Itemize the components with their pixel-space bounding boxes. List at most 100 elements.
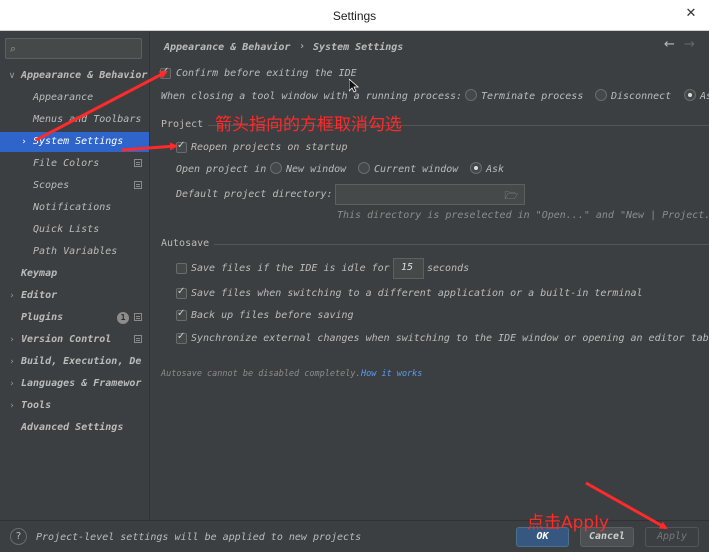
sidebar-item-build-execution[interactable]: › Build, Execution, De <box>0 352 149 372</box>
sidebar-item-appearance-behavior[interactable]: ∨ Appearance & Behavior <box>0 66 149 86</box>
footer-info-text: Project-level settings will be applied t… <box>36 532 362 543</box>
confirm-exit-checkbox[interactable] <box>160 66 171 79</box>
project-level-icon <box>134 313 142 321</box>
sidebar-item-advanced-settings[interactable]: Advanced Settings <box>0 418 149 438</box>
sidebar-item-label: Build, Execution, De <box>21 356 142 367</box>
forward-arrow-icon[interactable]: → <box>684 37 695 52</box>
sidebar-item-label: Quick Lists <box>33 224 100 235</box>
ask-window-radio[interactable] <box>470 162 482 174</box>
sidebar-item-menus-toolbars[interactable]: Menus and Toolbars <box>0 110 149 130</box>
sidebar-item-label: Notifications <box>33 202 112 213</box>
chevron-right-icon: › <box>10 401 14 411</box>
sidebar-item-label: Languages & Framewor <box>21 378 142 389</box>
annotation-apply-note: 点击Apply <box>527 513 609 533</box>
sidebar-item-scopes[interactable]: Scopes <box>0 176 149 196</box>
sidebar-item-label: Version Control <box>21 334 112 345</box>
sidebar-item-plugins[interactable]: Plugins 1 <box>0 308 149 328</box>
chevron-right-icon: › <box>10 379 14 389</box>
search-icon: ⌕ <box>10 42 17 55</box>
how-it-works-link[interactable]: How it works <box>361 369 422 379</box>
back-arrow-icon[interactable]: ← <box>664 37 675 52</box>
open-project-in-label: Open project in <box>176 164 267 175</box>
default-directory-field[interactable]: 🗁 <box>335 184 525 205</box>
window-titlebar: Settings ✕ <box>0 0 709 31</box>
chevron-right-icon: › <box>22 137 26 147</box>
confirm-exit-label: Confirm before exiting the IDE <box>176 68 357 79</box>
sidebar-item-label: Path Variables <box>33 246 118 257</box>
sidebar-item-label: Appearance & Behavior <box>21 70 148 81</box>
autosave-note: Autosave cannot be disabled completely. <box>161 369 361 379</box>
sidebar-item-label: Editor <box>21 290 58 301</box>
sidebar-item-notifications[interactable]: Notifications <box>0 198 149 218</box>
settings-sidebar: ⌕ ∨ Appearance & Behavior Appearance Men… <box>0 31 149 520</box>
save-idle-label: Save files if the IDE is idle for <box>191 263 390 274</box>
backup-files-checkbox[interactable] <box>176 308 187 321</box>
annotation-uncheck-note: 箭头指向的方框取消勾选 <box>215 115 402 135</box>
autosave-section-header: Autosave <box>161 238 210 249</box>
ask-process-radio[interactable] <box>684 89 696 101</box>
close-icon[interactable]: ✕ <box>683 6 699 22</box>
sidebar-item-label: Plugins <box>21 312 64 323</box>
window-title: Settings <box>332 9 377 23</box>
terminate-process-label: Terminate process <box>481 91 584 102</box>
save-switching-label: Save files when switching to a different… <box>191 288 643 299</box>
sidebar-item-languages-frameworks[interactable]: › Languages & Framewor <box>0 374 149 394</box>
project-level-icon <box>134 335 142 343</box>
save-switching-checkbox[interactable] <box>176 286 187 299</box>
reopen-projects-label: Reopen projects on startup <box>191 142 348 153</box>
breadcrumb-current: System Settings <box>313 42 404 53</box>
sidebar-item-appearance[interactable]: Appearance <box>0 88 149 108</box>
new-window-label: New window <box>286 164 347 175</box>
tool-window-close-label: When closing a tool window with a runnin… <box>161 91 463 102</box>
sidebar-item-tools[interactable]: › Tools <box>0 396 149 416</box>
help-icon[interactable]: ? <box>10 528 27 545</box>
sidebar-item-label: Menus and Toolbars <box>33 114 142 125</box>
reopen-projects-checkbox[interactable] <box>176 140 187 153</box>
disconnect-radio[interactable] <box>595 89 607 101</box>
project-section-header: Project <box>161 119 204 130</box>
mouse-cursor-icon <box>349 79 359 93</box>
terminate-process-radio[interactable] <box>465 89 477 101</box>
sidebar-item-file-colors[interactable]: File Colors <box>0 154 149 174</box>
default-directory-label: Default project directory: <box>176 189 333 200</box>
sidebar-item-label: Scopes <box>33 180 70 191</box>
search-input[interactable]: ⌕ <box>5 38 142 59</box>
sidebar-item-label: Keymap <box>21 268 58 279</box>
idle-seconds-input[interactable]: 15 <box>393 258 424 279</box>
current-window-radio[interactable] <box>358 162 370 174</box>
sidebar-item-label: Tools <box>21 400 52 411</box>
chevron-down-icon: ∨ <box>8 71 16 81</box>
sidebar-item-label: File Colors <box>33 158 100 169</box>
apply-button[interactable]: Apply <box>645 527 699 547</box>
current-window-label: Current window <box>374 164 459 175</box>
sidebar-item-path-variables[interactable]: Path Variables <box>0 242 149 262</box>
new-window-radio[interactable] <box>270 162 282 174</box>
project-level-icon <box>134 181 142 189</box>
sidebar-item-system-settings[interactable]: › System Settings <box>0 132 149 152</box>
sidebar-item-label: Advanced Settings <box>21 422 124 433</box>
chevron-right-icon: › <box>10 357 14 367</box>
ask-process-label: As <box>700 91 709 102</box>
save-idle-checkbox[interactable] <box>176 263 187 274</box>
chevron-right-icon: › <box>10 291 14 301</box>
project-level-icon <box>134 159 142 167</box>
breadcrumb-parent[interactable]: Appearance & Behavior <box>164 42 290 53</box>
sidebar-item-keymap[interactable]: Keymap <box>0 264 149 284</box>
idle-seconds-value: 15 <box>401 262 414 273</box>
seconds-label: seconds <box>427 263 470 274</box>
sync-external-label: Synchronize external changes when switch… <box>191 333 709 344</box>
sidebar-item-label: Appearance <box>33 92 94 103</box>
ask-window-label: Ask <box>486 164 505 175</box>
sidebar-item-editor[interactable]: › Editor <box>0 286 149 306</box>
sidebar-item-version-control[interactable]: › Version Control <box>0 330 149 350</box>
settings-content: Appearance & Behavior › System Settings … <box>150 31 709 520</box>
backup-files-label: Back up files before saving <box>191 310 354 321</box>
breadcrumb-separator: › <box>299 41 306 52</box>
sync-external-checkbox[interactable] <box>176 331 187 344</box>
disconnect-label: Disconnect <box>611 91 672 102</box>
chevron-right-icon: › <box>10 335 14 345</box>
default-directory-hint: This directory is preselected in "Open..… <box>337 210 709 221</box>
folder-icon[interactable]: 🗁 <box>504 187 518 206</box>
sidebar-item-quick-lists[interactable]: Quick Lists <box>0 220 149 240</box>
plugins-update-badge: 1 <box>117 312 129 324</box>
